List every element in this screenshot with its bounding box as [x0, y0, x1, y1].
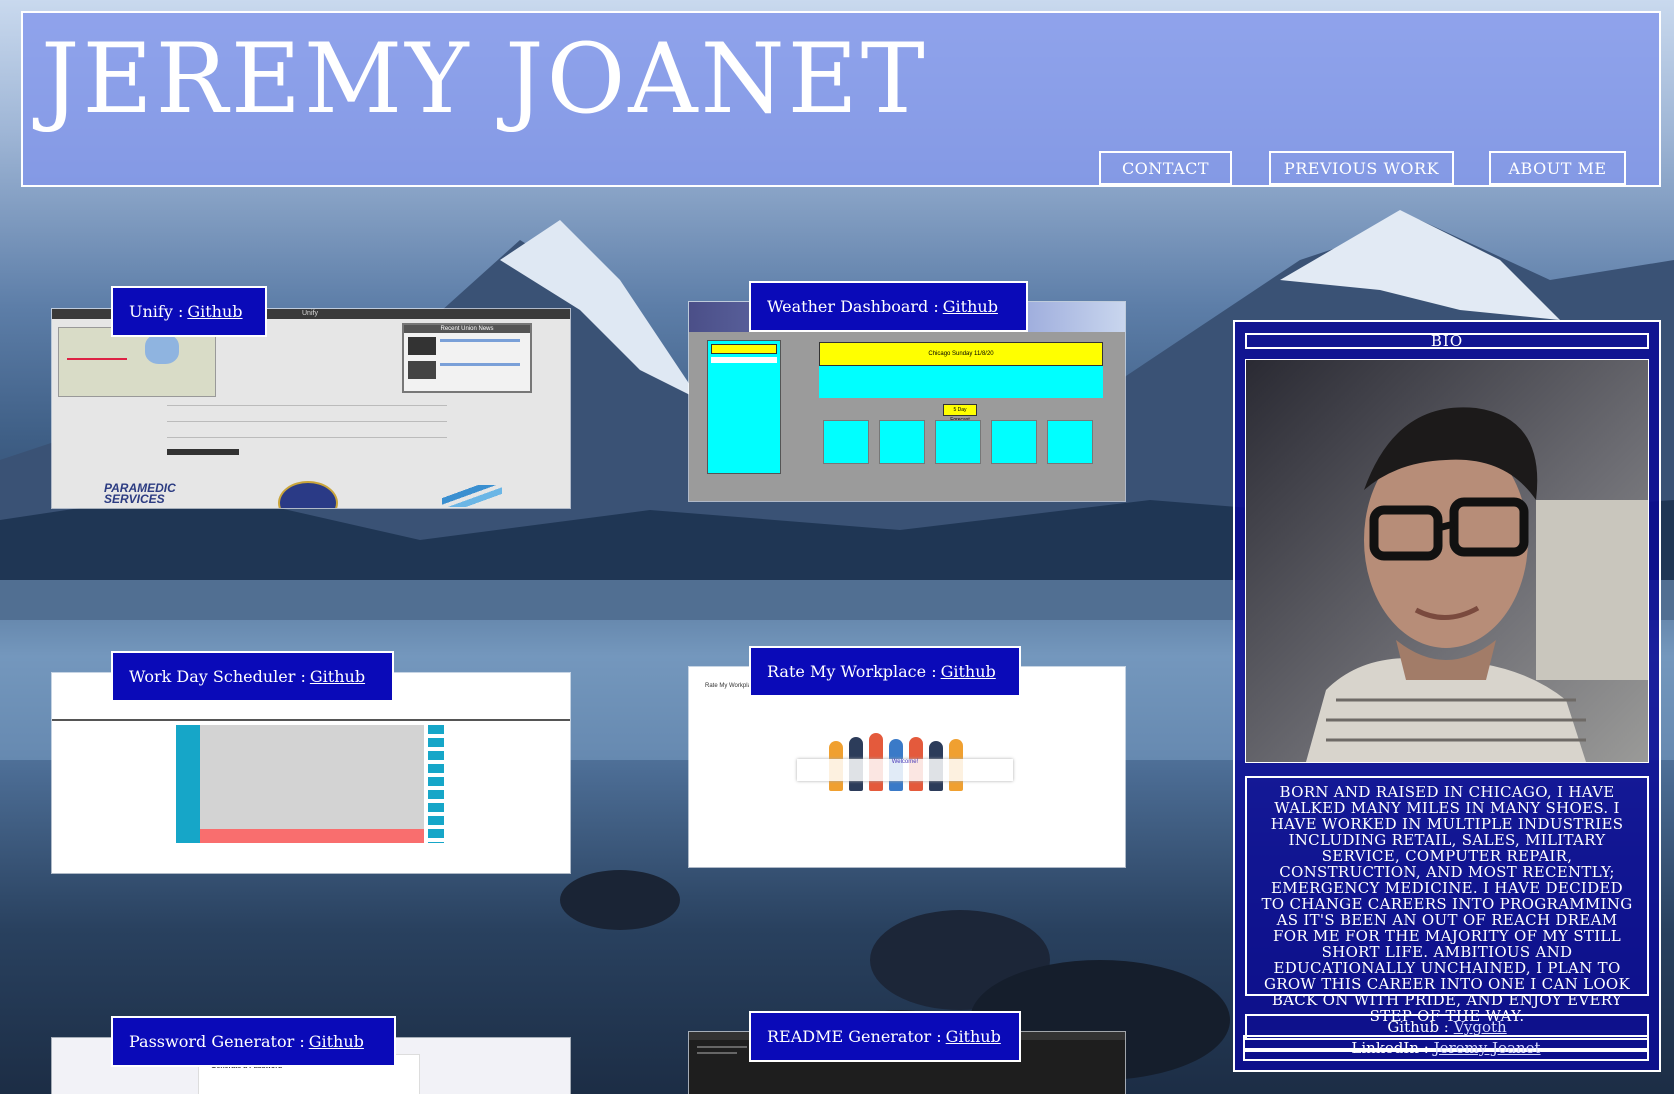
- weather-forecast-card: [991, 420, 1037, 464]
- weather-sidebar: [707, 340, 781, 474]
- github-link[interactable]: Github: [310, 667, 365, 686]
- unify-news-panel: Recent Union News: [402, 323, 532, 393]
- unify-logo-paramedic: PARAMEDIC SERVICES: [104, 481, 176, 506]
- nav-about-me-button[interactable]: ABOUT ME: [1489, 151, 1626, 185]
- project-tag-password-generator: Password Generator : Github: [111, 1016, 396, 1067]
- unify-screenshot[interactable]: Unify Recent Union News PARAMEDIC SERVIC…: [52, 309, 570, 508]
- bio-portrait-photo: [1245, 359, 1649, 763]
- nav-previous-work-button[interactable]: PREVIOUS WORK: [1269, 151, 1454, 185]
- github-link[interactable]: Github: [941, 662, 996, 681]
- project-tag-unify: Unify : Github: [111, 286, 267, 337]
- portrait-illustration: [1246, 360, 1648, 762]
- project-tag-readme-generator: README Generator : Github: [749, 1011, 1021, 1062]
- scheduler-hours-column: [176, 725, 200, 843]
- weather-forecast-card: [935, 420, 981, 464]
- bio-linkedin-row: LinkedIn : Jeremy Joanet: [1243, 1035, 1649, 1061]
- project-name: README Generator :: [767, 1027, 942, 1046]
- github-link[interactable]: Github: [187, 302, 242, 321]
- unify-map: [58, 327, 216, 397]
- github-link[interactable]: Github: [309, 1032, 364, 1051]
- weather-forecast-card: [879, 420, 925, 464]
- weather-forecast-card: [823, 420, 869, 464]
- github-link[interactable]: Github: [943, 297, 998, 316]
- linkedin-profile-link[interactable]: Jeremy Joanet: [1434, 1039, 1541, 1057]
- project-tag-work-day-scheduler: Work Day Scheduler : Github: [111, 651, 394, 702]
- unify-stripe-logo: [442, 485, 502, 507]
- unify-app-title: Unify: [302, 310, 318, 317]
- weather-forecast-card: [1047, 420, 1093, 464]
- project-tag-rate-my-workplace: Rate My Workplace : Github: [749, 646, 1021, 697]
- scheduler-past-block: [200, 725, 424, 831]
- project-name: Work Day Scheduler :: [129, 667, 306, 686]
- github-label: Github :: [1387, 1018, 1449, 1036]
- unify-seal-logo: [278, 481, 338, 508]
- project-name: Unify :: [129, 302, 184, 321]
- weather-current: Chicago Sunday 11/8/20: [819, 342, 1103, 398]
- weather-forecast-label: 5 Day Forecast: [943, 404, 977, 423]
- scheduler-save-column: [428, 725, 444, 843]
- github-link[interactable]: Github: [946, 1027, 1001, 1046]
- project-name: Rate My Workplace :: [767, 662, 937, 681]
- nav-contact-button[interactable]: CONTACT: [1099, 151, 1232, 185]
- bio-description: Born and raised in Chicago, I have walke…: [1245, 776, 1649, 1024]
- rate-my-workplace-screenshot[interactable]: Rate My Workplace Welcome!: [689, 667, 1125, 867]
- project-tag-weather-dashboard: Weather Dashboard : Github: [749, 281, 1028, 332]
- site-header: JEREMY JOANET CONTACT PREVIOUS WORK ABOU…: [21, 11, 1661, 187]
- github-profile-link[interactable]: Vygoth: [1454, 1018, 1507, 1036]
- rate-welcome-banner: Welcome!: [797, 759, 1013, 781]
- bio-panel: BIO Born and raised in Chicago, I have w: [1233, 320, 1661, 1072]
- site-title: JEREMY JOANET: [41, 23, 928, 135]
- bio-heading: BIO: [1245, 333, 1649, 349]
- linkedin-label: LinkedIn :: [1351, 1039, 1429, 1057]
- scheduler-present-block: [200, 829, 424, 843]
- work-day-scheduler-screenshot[interactable]: [52, 673, 570, 873]
- project-name: Password Generator :: [129, 1032, 305, 1051]
- project-name: Weather Dashboard :: [767, 297, 939, 316]
